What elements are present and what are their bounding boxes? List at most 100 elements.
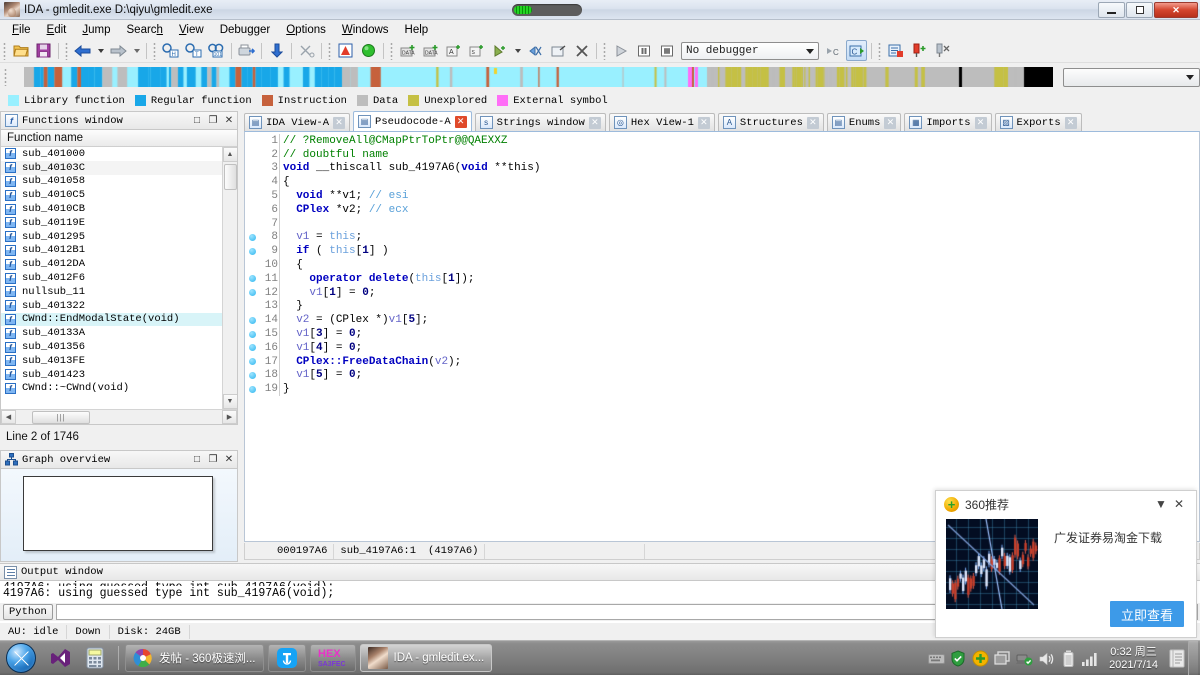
run-icon[interactable] — [610, 40, 631, 61]
tab-close-icon[interactable]: ✕ — [884, 116, 897, 129]
struct-window-icon[interactable] — [885, 40, 906, 61]
function-list-item[interactable]: f sub_4012F6 — [1, 271, 237, 285]
graph-restore-button[interactable]: ❐ — [205, 452, 221, 468]
debugger-select[interactable]: No debugger — [681, 41, 819, 60]
code-line[interactable]: 14 v2 = (CPlex *)v1[5]; — [245, 313, 1199, 328]
save-icon[interactable] — [33, 40, 54, 61]
function-list-item[interactable]: f CWnd::~CWnd(void) — [1, 382, 237, 396]
code-line[interactable]: 17 CPlex::FreeDataChain(v2); — [245, 354, 1199, 369]
code-line[interactable]: 3 void __thiscall sub_4197A6(void **this) — [245, 161, 1199, 176]
function-list-item[interactable]: f sub_4010CB — [1, 202, 237, 216]
add-breakpoint-icon[interactable] — [489, 40, 510, 61]
tab-close-icon[interactable]: ✕ — [333, 116, 346, 129]
search-text-icon[interactable]: T — [183, 40, 204, 61]
tab-close-icon[interactable]: ✕ — [1064, 116, 1077, 129]
function-list-item[interactable]: f CWnd::EndModalState(void) — [1, 312, 237, 327]
new-struct-icon[interactable]: DATA — [420, 40, 441, 61]
back-dropdown-icon[interactable] — [95, 40, 106, 61]
toolbar-grip[interactable] — [328, 41, 331, 60]
open-file-icon[interactable] — [10, 40, 31, 61]
search-binary-icon[interactable]: 101 — [206, 40, 227, 61]
menu-edit[interactable]: Edit — [39, 22, 75, 38]
windows-icon[interactable] — [991, 648, 1013, 670]
undefine-icon[interactable]: S — [466, 40, 487, 61]
function-list-item[interactable]: f sub_40119E — [1, 216, 237, 230]
toolbar-grip[interactable] — [603, 41, 606, 60]
graph-maximize-button[interactable]: □ — [189, 452, 205, 468]
pause-icon[interactable] — [633, 40, 654, 61]
graph-view-icon[interactable] — [335, 40, 356, 61]
menu-view[interactable]: View — [171, 22, 212, 38]
forward-arrow-icon[interactable] — [108, 40, 129, 61]
function-list-item[interactable]: f sub_401295 — [1, 230, 237, 244]
function-list-item[interactable]: f sub_401356 — [1, 340, 237, 354]
show-desktop-button[interactable] — [1188, 641, 1198, 675]
menu-jump[interactable]: Jump — [74, 22, 118, 38]
taskbar-tim[interactable] — [267, 644, 306, 672]
breakpoint-dot-icon[interactable] — [245, 233, 259, 241]
tab-enums[interactable]: ▤ Enums ✕ — [826, 113, 902, 131]
breakpoint-dot-icon[interactable] — [245, 330, 259, 338]
battery-icon[interactable] — [1057, 648, 1079, 670]
search-hex-icon[interactable]: H — [160, 40, 181, 61]
python-toggle-button[interactable]: Python — [3, 604, 53, 620]
calculator-icon[interactable] — [78, 643, 112, 673]
breakpoint-dropdown-icon[interactable] — [512, 40, 523, 61]
action-center-icon[interactable] — [1166, 648, 1188, 670]
forward-dropdown-icon[interactable] — [131, 40, 142, 61]
functions-list[interactable]: ▲ ▼ f sub_401000 f sub_40103C f sub_401058 f su… — [1, 147, 237, 409]
function-list-item[interactable]: f sub_401000 — [1, 147, 237, 161]
tab-ida-view-a[interactable]: ▤ IDA View-A ✕ — [244, 113, 351, 131]
toolbar-grip[interactable] — [878, 41, 881, 60]
close-button[interactable]: ✕ — [1154, 2, 1198, 18]
edit-function-icon[interactable] — [548, 40, 569, 61]
start-orb[interactable] — [6, 643, 36, 673]
shield-icon[interactable] — [947, 648, 969, 670]
menu-windows[interactable]: Windows — [334, 22, 397, 38]
tab-pseudocode-a[interactable]: ▤ Pseudocode-A ✕ — [353, 111, 472, 131]
tab-exports[interactable]: ▨ Exports ✕ — [994, 113, 1082, 131]
remove-pin-icon[interactable] — [931, 40, 952, 61]
menu-debugger[interactable]: Debugger — [212, 22, 279, 38]
code-line[interactable]: 2 // doubtful name — [245, 147, 1199, 162]
functions-column-header[interactable]: Function name — [1, 130, 237, 147]
code-line[interactable]: 8 v1 = this; — [245, 230, 1199, 245]
code-line[interactable]: 1 // ?RemoveAll@CMapPtrToPtr@@QAEXXZ — [245, 134, 1199, 148]
code-line[interactable]: 9 if ( this[1] ) — [245, 244, 1199, 259]
tab-structures[interactable]: A Structures ✕ — [717, 113, 824, 131]
tab-close-icon[interactable]: ✕ — [974, 116, 987, 129]
del-breakpoint-icon[interactable] — [525, 40, 546, 61]
stock-chart-thumbnail[interactable] — [946, 519, 1038, 609]
menu-file[interactable]: File — [4, 22, 39, 38]
breakpoint-dot-icon[interactable] — [245, 289, 259, 297]
step-c-active-icon[interactable]: C — [846, 40, 867, 61]
360-safe-icon[interactable] — [969, 648, 991, 670]
toolbar-grip[interactable] — [3, 41, 6, 60]
function-list-item[interactable]: f sub_401058 — [1, 175, 237, 189]
new-func-icon[interactable]: A — [443, 40, 464, 61]
network-secure-icon[interactable] — [1013, 648, 1035, 670]
breakpoint-dot-icon[interactable] — [245, 344, 259, 352]
scroll-left-icon[interactable]: ◀ — [1, 410, 16, 424]
function-list-item[interactable]: f sub_40133A — [1, 326, 237, 340]
step-c-icon[interactable]: C — [823, 40, 844, 61]
code-line[interactable]: 15 v1[3] = 0; — [245, 327, 1199, 341]
breakpoint-dot-icon[interactable] — [245, 385, 259, 393]
functions-vertical-scrollbar[interactable]: ▲ ▼ — [222, 147, 237, 409]
delete-icon[interactable] — [571, 40, 592, 61]
scroll-up-icon[interactable]: ▲ — [222, 147, 237, 162]
breakpoint-dot-icon[interactable] — [245, 316, 259, 324]
navband-dropdown[interactable] — [1062, 67, 1200, 87]
cut-icon[interactable] — [296, 40, 317, 61]
graph-overview-body[interactable] — [0, 469, 238, 562]
function-list-item[interactable]: f sub_4012B1 — [1, 244, 237, 258]
taskbar-ida[interactable]: IDA - gmledit.ex... — [359, 644, 493, 672]
stop-icon[interactable] — [656, 40, 677, 61]
back-arrow-icon[interactable] — [72, 40, 93, 61]
popup-minimize-button[interactable]: ▼ — [1152, 497, 1170, 511]
functions-horizontal-scrollbar[interactable]: ◀ ||| ▶ — [1, 409, 237, 424]
tab-close-icon[interactable]: ✕ — [697, 116, 710, 129]
tab-imports[interactable]: ▦ Imports ✕ — [904, 113, 992, 131]
code-line[interactable]: 13 } — [245, 299, 1199, 314]
functions-close-button[interactable]: ✕ — [221, 113, 237, 129]
